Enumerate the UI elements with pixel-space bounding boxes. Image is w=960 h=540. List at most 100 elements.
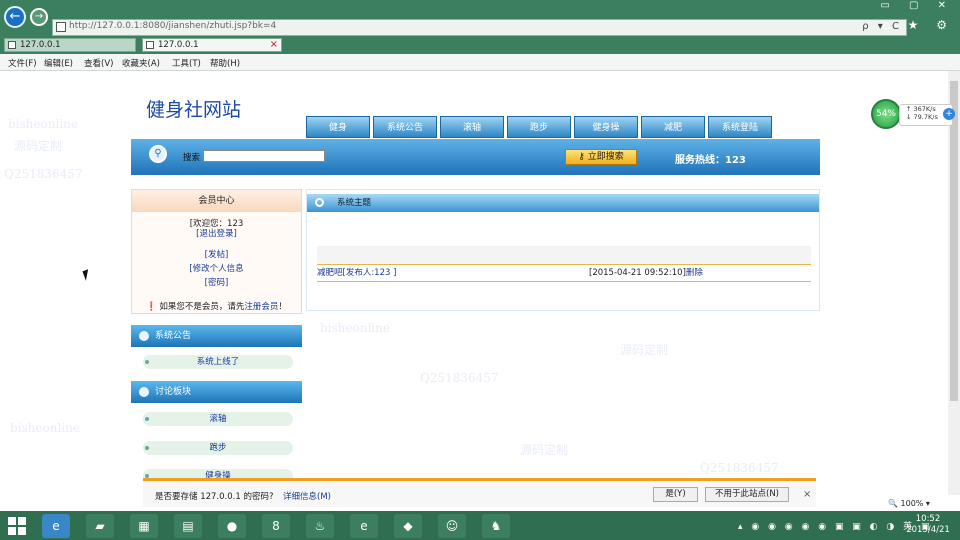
forum-item-label: 跑步 [209,443,227,453]
notification-details-link[interactable]: 详细信息(M) [283,490,331,502]
search-button[interactable]: ⚷ 立即搜索 [565,149,637,165]
logout-link[interactable]: [退出登录] [132,227,301,239]
announce-header: 系统公告 [131,325,302,347]
back-button[interactable]: ← [4,6,26,28]
save-password-yes-button[interactable]: 是(Y) [653,487,698,502]
nav-running[interactable]: 跑步 [507,116,571,138]
watermark-text: 源码定制 [620,343,669,357]
watermark-text: bisheonline [320,321,390,335]
menu-file[interactable]: 文件(F) [8,57,37,69]
search-banner: ⚲ 搜索 ⚷ 立即搜索 服务热线：123 [131,139,820,175]
watermark-text: Q2518364​57 [4,167,83,181]
register-prefix: 如果您不是会员，请先 [159,302,245,312]
topic-row: 减肥吧[发布人:123 ] [2015-04-21 09:52:10]删除 [317,265,811,282]
book-taskbar-icon[interactable]: ▰ [86,514,114,538]
home-favorites-settings-icons[interactable]: ⌂ ★ ⚙ [882,18,954,32]
nav-roller[interactable]: 滚轴 [440,116,504,138]
menu-help[interactable]: 帮助(H) [210,57,240,69]
eclipse-taskbar-icon[interactable]: 8 [262,514,290,538]
taskbar-clock[interactable]: 10:52 2015/4/21 [906,514,950,536]
zoom-level[interactable]: 🔍 100% ▾ [888,499,930,508]
announce-item[interactable]: 系统上线了 [143,355,293,369]
nav-aerobics[interactable]: 健身操 [574,116,638,138]
tab-favicon-icon [146,41,154,49]
address-bar[interactable]: http://127.0.0.1:8080/jianshen/zhuti.jsp… [52,19,907,36]
watermark-text: Q2518364​57 [700,461,779,475]
clock-time: 10:52 [915,514,941,524]
tab-favicon-icon [8,41,16,49]
nav-announcements[interactable]: 系统公告 [373,116,437,138]
network-usage-gauge: 54% [871,99,901,129]
menu-edit[interactable]: 编辑(E) [44,57,73,69]
photo-taskbar-icon[interactable]: ☺ [438,514,466,538]
save-password-never-button[interactable]: 不用于此站点(N) [705,487,789,502]
forward-button[interactable]: → [30,8,48,26]
service-hotline: 服务热线：123 [675,155,746,166]
edit-info-link[interactable]: [修改个人信息 [132,262,301,274]
windows-start-icon[interactable] [8,517,26,535]
tool-taskbar-icon[interactable]: ◆ [394,514,422,538]
ie-taskbar-icon[interactable]: e [42,514,70,538]
menu-bar: 文件(F) 编辑(E) 查看(V) 收藏夹(A) 工具(T) 帮助(H) [0,54,960,71]
topic-table-header [317,246,811,265]
nav-login[interactable]: 系统登陆 [708,116,772,138]
java-taskbar-icon[interactable]: ♨ [306,514,334,538]
folder-taskbar-icon[interactable]: ▤ [174,514,202,538]
announce-header-label: 系统公告 [155,331,192,341]
menu-favorites[interactable]: 收藏夹(A) [122,57,160,69]
nav-fitness[interactable]: 健身 [306,116,370,138]
tab-2-label: 127.0.0.1 [158,40,199,50]
forum-header: 讨论板块 [131,381,302,403]
tab-close-icon[interactable]: × [270,39,278,51]
bullet-icon [145,360,149,364]
wechat-taskbar-icon[interactable]: ● [218,514,246,538]
system-tray-icons[interactable]: ▴ ◉ ◉ ◉ ◉ ◉ ▣ ▣ ◐ ◑ 英 ▣ [738,519,932,532]
tab-1[interactable]: 127.0.0.1 [4,38,136,52]
key-icon: ⚷ [578,152,588,162]
search-input[interactable] [203,150,325,162]
notification-close-icon[interactable]: × [803,489,811,500]
download-speed-value: 79.7K/s [913,113,938,121]
menu-view[interactable]: 查看(V) [84,57,113,69]
network-speed-widget[interactable]: 54% ↑ 367K/s ↓ 79.7K/s + [871,99,957,131]
topic-delete-link[interactable]: 删除 [686,268,703,278]
forum-header-label: 讨论板块 [155,387,192,397]
topic-panel: 系统主题 减肥吧[发布人:123 ] [2015-04-21 09:52:10]… [306,189,820,311]
watermark-text: Q2518364​57 [420,371,499,385]
nav-weight-loss[interactable]: 减肥 [641,116,705,138]
tab-2-active[interactable]: 127.0.0.1 × [142,38,282,52]
forum-item-label: 滚轴 [209,414,227,424]
web-page: 健身社网站 健身 系统公告 滚轴 跑步 健身操 减肥 系统登陆 ⚲ 搜索 ⚷ 立… [0,71,948,495]
window-controls[interactable]: ▭ ▢ ✕ [880,0,954,11]
magnifier-icon: ⚲ [149,145,167,163]
bullet-icon [145,417,149,421]
topic-header-icon [315,198,324,207]
bullet-icon [145,446,149,450]
forum-item-roller[interactable]: 滚轴 [143,412,293,426]
clock-date: 2015/4/21 [906,525,950,535]
address-url[interactable]: http://127.0.0.1:8080/jianshen/zhuti.jsp… [69,21,276,31]
upload-speed-value: 367K/s [913,105,936,113]
zoom-value: 100% [900,499,924,508]
save-password-notification: 是否要存储 127.0.0.1 的密码? 详细信息(M) 是(Y) 不用于此站点… [143,478,816,507]
app-taskbar-icon[interactable]: ▦ [130,514,158,538]
page-favicon-icon [56,22,66,32]
browser2-taskbar-icon[interactable]: e [350,514,378,538]
topic-date: [2015-04-21 09:52:10]删除 [589,265,703,281]
watermark-text: bisheonline [8,117,78,131]
menu-tools[interactable]: 工具(T) [172,57,201,69]
widget-plus-icon[interactable]: + [943,108,955,120]
password-link[interactable]: [密码] [132,276,301,288]
post-link[interactable]: [发帖] [132,248,301,260]
register-link[interactable]: 注册会员 [244,302,278,312]
page-scrollbar[interactable] [948,71,960,495]
site-title: 健身社网站 [146,99,242,121]
forum-item-running[interactable]: 跑步 [143,441,293,455]
section-bullet-icon [139,331,149,341]
pet-taskbar-icon[interactable]: ♞ [482,514,510,538]
tab-1-label: 127.0.0.1 [20,40,61,50]
watermark-text: 源码定制 [520,443,569,457]
section-bullet-icon [139,387,149,397]
back-arrow-icon: ← [9,9,21,24]
topic-title-link[interactable]: 减肥吧[发布人:123 ] [317,265,396,281]
